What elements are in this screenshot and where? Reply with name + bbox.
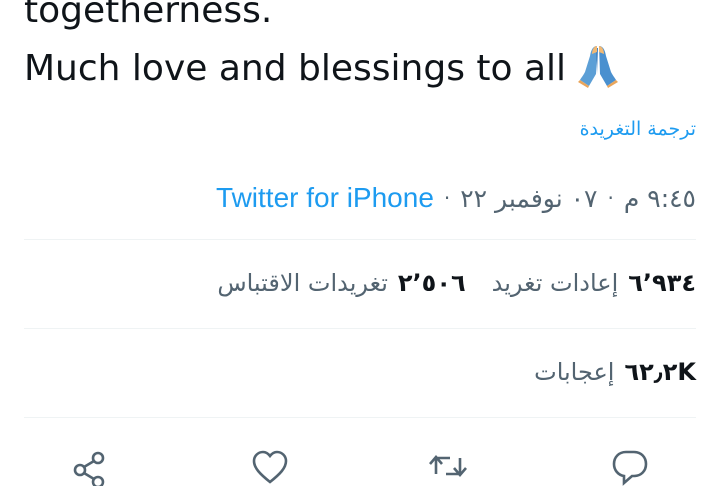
divider-3 <box>24 417 696 418</box>
likes-label: إعجابات <box>534 358 615 386</box>
quotes-stat[interactable]: ٢٬٥٠٦ تغريدات الاقتباس <box>217 269 465 297</box>
divider-1 <box>24 239 696 240</box>
retweet-icon <box>426 446 470 486</box>
folded-hands-icon <box>576 42 620 88</box>
retweet-button[interactable] <box>426 446 470 486</box>
tweet-date[interactable]: ٠٧ نوفمبر ٢٢ <box>460 184 597 213</box>
like-button[interactable] <box>248 446 292 486</box>
tweet-text: togetherness. Much love and blessings to… <box>24 0 704 98</box>
tweet-text-line-2-text: Much love and blessings to all <box>24 48 567 89</box>
tweet-text-line-1: togetherness. <box>24 0 273 31</box>
tweet-text-line-2: Much love and blessings to all <box>24 40 704 98</box>
heart-icon <box>248 446 292 486</box>
share-icon <box>68 446 112 486</box>
likes-count: ٦٢٫٢K <box>624 358 696 386</box>
share-button[interactable] <box>68 446 112 486</box>
likes-stat[interactable]: ٦٢٫٢K إعجابات <box>534 358 696 386</box>
tweet-action-bar <box>0 440 720 486</box>
reply-icon <box>608 446 652 486</box>
retweets-count: ٦٬٩٣٤ <box>628 269 696 297</box>
retweets-stat[interactable]: ٦٬٩٣٤ إعادات تغريد <box>492 269 696 297</box>
translate-tweet-link[interactable]: ترجمة التغريدة <box>580 118 696 140</box>
quotes-label: تغريدات الاقتباس <box>217 269 388 297</box>
stats-row-likes: ٦٢٫٢K إعجابات <box>534 352 696 392</box>
quotes-count: ٢٬٥٠٦ <box>397 269 466 297</box>
reply-button[interactable] <box>608 446 652 486</box>
tweet-source-link[interactable]: Twitter for iPhone <box>216 182 434 214</box>
retweets-label: إعادات تغريد <box>491 269 619 297</box>
tweet-time[interactable]: ٩:٤٥ م <box>624 184 696 213</box>
stats-row-shares: ٦٬٩٣٤ إعادات تغريد ٢٬٥٠٦ تغريدات الاقتبا… <box>217 263 696 303</box>
meta-separator-1: · <box>607 186 614 210</box>
divider-2 <box>24 328 696 329</box>
tweet-meta: ٩:٤٥ م · ٠٧ نوفمبر ٢٢ · Twitter for iPho… <box>216 178 696 218</box>
meta-separator-2: · <box>443 186 451 210</box>
